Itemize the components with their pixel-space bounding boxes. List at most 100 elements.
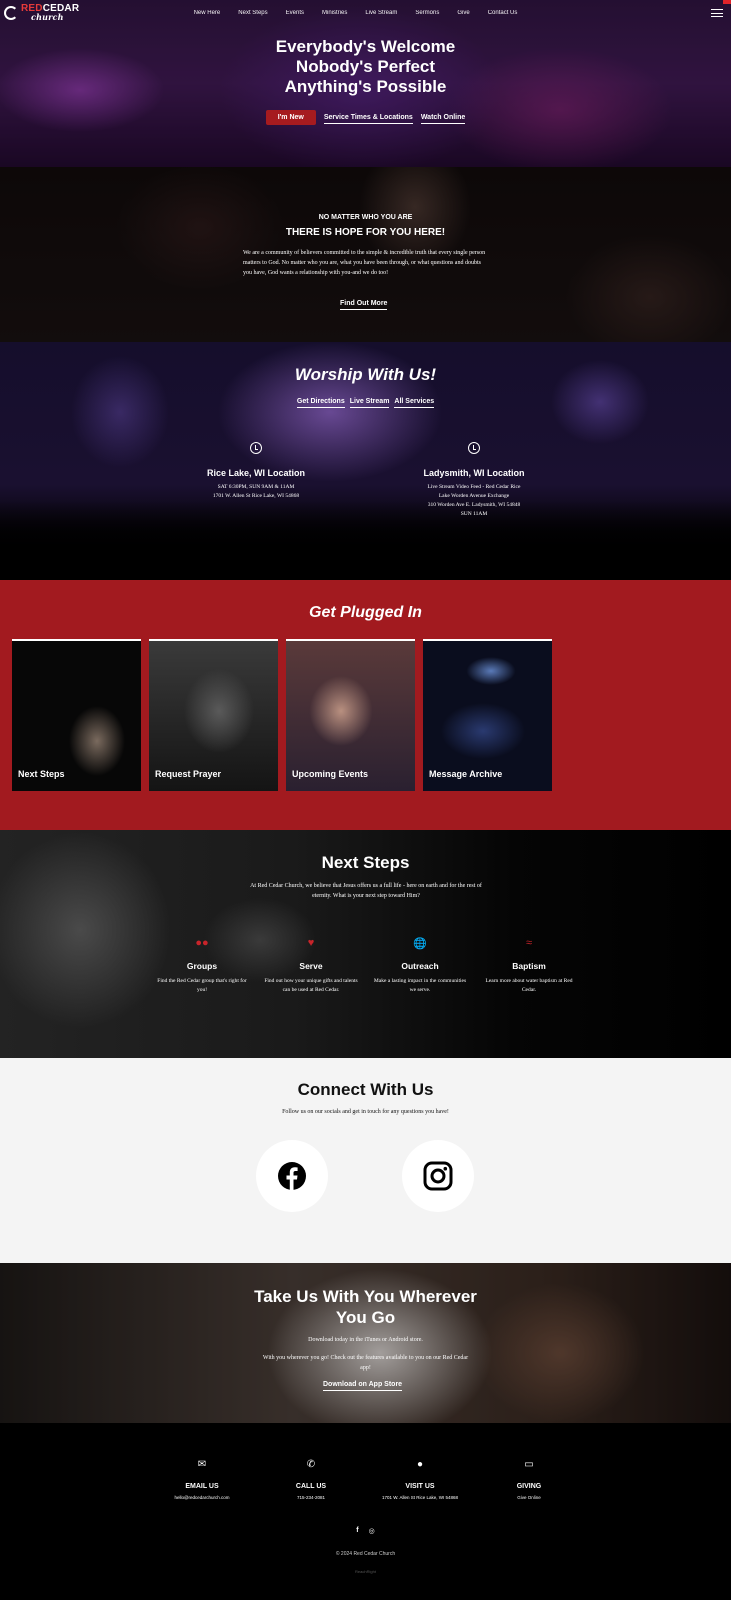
email-link[interactable]: hello@redcedarchurch.com — [174, 1495, 229, 1500]
hero-section: REDCEDAR church New Here Next Steps Even… — [0, 0, 731, 167]
footer-visit: ● VISIT US 1701 W. Allen St Rice Lake, W… — [360, 1459, 480, 1500]
step-baptism[interactable]: ≈ Baptism Learn more about water baptism… — [479, 937, 579, 995]
phone-link[interactable]: 715-234-2081 — [297, 1495, 325, 1500]
service-times-link[interactable]: Service Times & Locations — [323, 112, 413, 124]
crowd-silhouette — [0, 500, 731, 580]
give-online-link[interactable]: Give Online — [517, 1495, 541, 1500]
location-line-2: Lake Worden Avenue Exchange — [438, 493, 510, 499]
step-desc: Make a lasting impact in the communities… — [373, 978, 467, 993]
worship-section: Worship With Us! Get Directions Live Str… — [0, 342, 731, 580]
watch-online-link[interactable]: Watch Online — [420, 112, 466, 124]
facebook-icon — [278, 1162, 306, 1190]
credit-card-icon: ▭ — [524, 1459, 534, 1470]
nav-events[interactable]: Events — [277, 10, 313, 16]
groups-icon: ●● — [195, 937, 209, 949]
plugged-cards: Next Steps Request Prayer Upcoming Event… — [12, 639, 552, 791]
footer-label: VISIT US — [405, 1483, 435, 1490]
hero-line-3: Anything's Possible — [284, 77, 447, 96]
plugged-title: Get Plugged In — [309, 604, 422, 621]
footer-giving: ▭ GIVING Give Online — [469, 1459, 589, 1500]
hero-buttons: I'm New Service Times & Locations Watch … — [0, 110, 731, 125]
hamburger-menu-icon[interactable] — [711, 9, 723, 17]
step-title: Serve — [299, 961, 323, 971]
facebook-button[interactable] — [256, 1140, 328, 1212]
im-new-button[interactable]: I'm New — [265, 110, 316, 125]
card-request-prayer[interactable]: Request Prayer — [149, 639, 278, 791]
location-name: Ladysmith, WI Location — [423, 468, 525, 478]
hope-section: NO MATTER WHO YOU ARE THERE IS HOPE FOR … — [0, 167, 731, 342]
site-footer: ✉ EMAIL US hello@redcedarchurch.com ✆ CA… — [0, 1423, 731, 1600]
step-title: Groups — [186, 961, 218, 971]
live-stream-link[interactable]: Live Stream — [349, 396, 390, 408]
location-line-1: Live Stream Video Feed - Red Cedar Rice — [427, 484, 521, 490]
location-ladysmith: Ladysmith, WI Location Live Stream Video… — [389, 442, 559, 519]
nav-new-here[interactable]: New Here — [185, 10, 230, 16]
footer-label: CALL US — [295, 1483, 327, 1490]
hope-body: We are a community of believers committe… — [243, 250, 486, 276]
hope-title: THERE IS HOPE FOR YOU HERE! — [285, 227, 446, 238]
location-address: 1701 W. Allen St Rice Lake, WI 54868 — [212, 493, 300, 499]
footer-label: GIVING — [516, 1483, 542, 1490]
nav-ministries[interactable]: Ministries — [313, 10, 356, 16]
get-directions-link[interactable]: Get Directions — [296, 396, 345, 408]
app-title-line-2: You Go — [335, 1308, 396, 1327]
card-label: Next Steps — [18, 769, 65, 779]
nav-live-stream[interactable]: Live Stream — [356, 10, 406, 16]
location-line-3: 310 Worden Ave E. Ladysmith, WI 54848 — [427, 502, 521, 508]
location-rice-lake: Rice Lake, WI Location SAT 6:30PM, SUN 9… — [171, 442, 341, 501]
card-message-archive[interactable]: Message Archive — [423, 639, 552, 791]
clock-icon — [468, 442, 480, 454]
heart-icon: ♥ — [307, 937, 315, 949]
app-line-2: With you wherever you go! Check out the … — [262, 1355, 469, 1361]
address-link[interactable]: 1701 W. Allen St Rice Lake, WI 54868 — [382, 1495, 458, 1500]
step-groups[interactable]: ●● Groups Find the Red Cedar group that'… — [152, 937, 252, 995]
connect-title: Connect With Us — [297, 1080, 434, 1099]
nav-sermons[interactable]: Sermons — [406, 10, 448, 16]
footer-facebook-icon[interactable]: f — [356, 1527, 358, 1535]
step-outreach[interactable]: 🌐 Outreach Make a lasting impact in the … — [370, 937, 470, 995]
app-line-1: Download today in the iTunes or Android … — [308, 1337, 423, 1343]
globe-icon: 🌐 — [413, 938, 427, 950]
location-name: Rice Lake, WI Location — [206, 468, 306, 478]
step-desc: Find out how your unique gifts and talen… — [264, 978, 358, 993]
steps-title: Next Steps — [321, 853, 410, 872]
map-pin-icon: ● — [416, 1459, 424, 1470]
connect-subtitle: Follow us on our socials and get in touc… — [282, 1109, 449, 1115]
site-credit[interactable]: ReachRight — [0, 1569, 731, 1574]
worship-links: Get Directions Live Stream All Services — [0, 396, 731, 408]
step-desc: Find the Red Cedar group that's right fo… — [157, 978, 247, 993]
nav-give[interactable]: Give — [448, 10, 478, 16]
location-times: SAT 6:30PM, SUN 9AM & 11AM — [217, 484, 295, 490]
step-title: Baptism — [512, 961, 546, 971]
steps-intro: At Red Cedar Church, we believe that Jes… — [250, 883, 482, 899]
app-title: Take Us With You Wherever You Go — [0, 1286, 731, 1328]
footer-label: EMAIL US — [185, 1483, 219, 1490]
step-desc: Learn more about water baptism at Red Ce… — [485, 978, 573, 993]
next-steps-section: Next Steps At Red Cedar Church, we belie… — [0, 830, 731, 1058]
card-upcoming-events[interactable]: Upcoming Events — [286, 639, 415, 791]
location-line-4: SUN 11AM — [460, 511, 488, 517]
all-services-link[interactable]: All Services — [394, 396, 435, 408]
hero-line-1: Everybody's Welcome — [275, 37, 456, 56]
hero-line-2: Nobody's Perfect — [295, 57, 436, 76]
footer-email: ✉ EMAIL US hello@redcedarchurch.com — [142, 1459, 262, 1500]
card-label: Request Prayer — [155, 769, 222, 779]
clock-icon — [250, 442, 262, 454]
nav-contact-us[interactable]: Contact Us — [479, 10, 527, 16]
step-serve[interactable]: ♥ Serve Find out how your unique gifts a… — [261, 937, 361, 995]
app-line-3: app! — [360, 1365, 371, 1371]
footer-call: ✆ CALL US 715-234-2081 — [251, 1459, 371, 1500]
nav-next-steps[interactable]: Next Steps — [229, 10, 276, 16]
download-app-link[interactable]: Download on App Store — [323, 1379, 403, 1391]
connect-section: Connect With Us Follow us on our socials… — [0, 1058, 731, 1263]
card-next-steps[interactable]: Next Steps — [12, 639, 141, 791]
main-nav: New Here Next Steps Events Ministries Li… — [0, 0, 731, 26]
instagram-button[interactable] — [402, 1140, 474, 1212]
footer-instagram-icon[interactable]: ◎ — [369, 1527, 375, 1535]
plugged-in-section: Get Plugged In Next Steps Request Prayer… — [0, 580, 731, 830]
worship-title: Worship With Us! — [294, 365, 437, 384]
hope-kicker: NO MATTER WHO YOU ARE — [318, 214, 413, 221]
app-title-line-1: Take Us With You Wherever — [254, 1287, 477, 1306]
find-out-more-link[interactable]: Find Out More — [340, 298, 388, 310]
footer-social: f ◎ — [0, 1527, 731, 1535]
